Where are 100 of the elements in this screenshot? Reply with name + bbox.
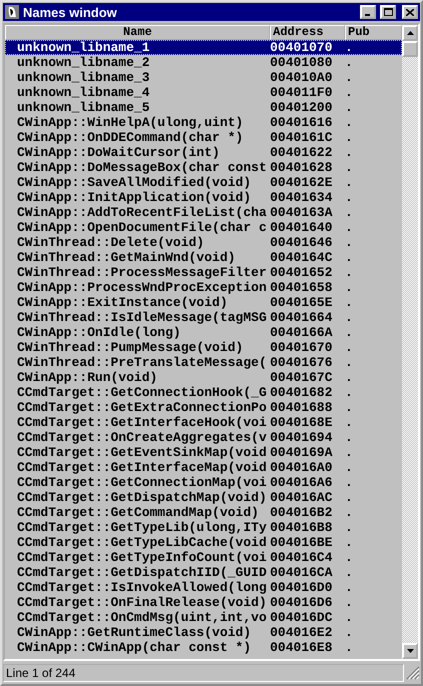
name-cell-text: CWinApp::ProcessWndProcException	[16, 280, 268, 295]
list-row[interactable]: unknown_libname_4 004011F0 .	[5, 85, 402, 100]
app-icon	[5, 5, 19, 19]
list-row[interactable]: unknown_libname_1 00401070 .	[5, 40, 402, 55]
list-row[interactable]: CWinThread::IsIdleMessage(tagMSG 00401664 .	[5, 310, 402, 325]
list-row[interactable]: CCmdTarget::GetConnectionHook(_G 00401682 .	[5, 385, 402, 400]
list-row[interactable]: CCmdTarget::GetEventSinkMap(void 0040169A .	[5, 445, 402, 460]
vertical-scrollbar[interactable]	[402, 25, 418, 659]
name-cell-text: CWinApp::ExitInstance(void)	[16, 295, 229, 310]
minimize-button[interactable]	[360, 5, 376, 19]
name-cell-text: CWinThread::GetMainWnd(void)	[16, 250, 236, 265]
window-title: Names window	[23, 4, 118, 20]
name-cell-text: CCmdTarget::GetCommandMap(void)	[16, 505, 260, 520]
close-button[interactable]	[402, 5, 418, 19]
name-cell-text: CCmdTarget::GetTypeLibCache(void	[16, 535, 268, 550]
address-cell-text: 004016C4	[270, 550, 334, 565]
pub-cell-text: .	[345, 445, 354, 460]
pub-cell-text: .	[345, 370, 354, 385]
list-row[interactable]: CCmdTarget::OnFinalRelease(void) 004016D6 .	[5, 595, 402, 610]
list-row[interactable]: CWinApp::DoMessageBox(char const 00401628 .	[5, 160, 402, 175]
pub-cell-text: .	[345, 565, 354, 580]
list-row[interactable]: CCmdTarget::OnCreateAggregates(v 00401694 .	[5, 430, 402, 445]
list-row[interactable]: CWinApp::SaveAllModified(void) 0040162E .	[5, 175, 402, 190]
list-row[interactable]: CWinApp::OnIdle(long) 0040166A .	[5, 325, 402, 340]
list-row[interactable]: CWinThread::Delete(void) 00401646 .	[5, 235, 402, 250]
list-row[interactable]: CCmdTarget::IsInvokeAllowed(long 004016D0 .	[5, 580, 402, 595]
list-row[interactable]: CCmdTarget::OnCmdMsg(uint,int,vo 004016DC .	[5, 610, 402, 625]
column-header[interactable]: Name	[5, 25, 270, 40]
name-cell-text: CWinApp::OpenDocumentFile(char c	[16, 220, 268, 235]
scroll-up-button[interactable]	[402, 25, 418, 41]
address-cell-text: 00401200	[270, 100, 334, 115]
scroll-down-button[interactable]	[402, 643, 418, 659]
pub-cell-text: .	[345, 475, 354, 490]
maximize-button[interactable]	[380, 5, 396, 19]
list-row[interactable]: CCmdTarget::GetCommandMap(void) 004016B2 .	[5, 505, 402, 520]
pub-cell-text: .	[345, 160, 354, 175]
list-row[interactable]: CWinThread::PumpMessage(void) 00401670 .	[5, 340, 402, 355]
address-cell-text: 0040166A	[270, 325, 334, 340]
list-row[interactable]: CCmdTarget::GetInterfaceMap(void 004016A0 .	[5, 460, 402, 475]
address-cell-text: 004016B8	[270, 520, 334, 535]
address-cell-text: 00401682	[270, 385, 334, 400]
name-cell-text: CWinApp::InitApplication(void)	[16, 190, 252, 205]
list-row[interactable]: CWinApp::WinHelpA(ulong,uint) 00401616 .	[5, 115, 402, 130]
list-row[interactable]: CWinApp::ProcessWndProcException 00401658 .	[5, 280, 402, 295]
column-header[interactable]: Address	[270, 25, 345, 40]
name-cell-text: CWinApp::WinHelpA(ulong,uint)	[16, 115, 244, 130]
list-row[interactable]: CCmdTarget::GetInterfaceHook(voi 0040168E .	[5, 415, 402, 430]
address-cell-text: 00401070	[270, 40, 334, 55]
list-row[interactable]: CWinApp::OpenDocumentFile(char c 00401640 .	[5, 220, 402, 235]
list-row[interactable]: CWinApp::CWinApp(char const *) 004016E8 .	[5, 640, 402, 655]
name-cell-text: unknown_libname_5	[16, 100, 151, 115]
list-row[interactable]: CCmdTarget::GetDispatchMap(void) 004016AC .	[5, 490, 402, 505]
list-row[interactable]: CCmdTarget::GetConnectionMap(voi 004016A6 .	[5, 475, 402, 490]
address-cell-text: 00401634	[270, 190, 334, 205]
address-cell-text: 004010A0	[270, 70, 334, 85]
pub-cell-text: .	[345, 250, 354, 265]
address-cell-text: 00401628	[270, 160, 334, 175]
list-row[interactable]: CCmdTarget::GetTypeLib(ulong,ITy 004016B8 .	[5, 520, 402, 535]
list-row[interactable]: CCmdTarget::GetTypeLibCache(void 004016BE .	[5, 535, 402, 550]
up-arrow-icon	[406, 31, 414, 35]
name-cell-text: CWinApp::SaveAllModified(void)	[16, 175, 252, 190]
address-cell-text: 0040163A	[270, 205, 334, 220]
resize-grip-icon[interactable]	[406, 666, 420, 680]
column-header[interactable]: Pub	[345, 25, 402, 40]
pub-cell-text: .	[345, 40, 354, 55]
list-row[interactable]: unknown_libname_2 00401080 .	[5, 55, 402, 70]
scroll-thumb[interactable]	[402, 41, 418, 57]
list-row[interactable]: CWinApp::OnDDECommand(char *) 0040161C .	[5, 130, 402, 145]
close-icon	[406, 8, 414, 16]
name-cell-text: CCmdTarget::GetEventSinkMap(void	[16, 445, 268, 460]
address-cell-text: 00401658	[270, 280, 334, 295]
name-cell-text: unknown_libname_4	[16, 85, 151, 100]
list-row[interactable]: CCmdTarget::GetDispatchIID(_GUID 004016CA .	[5, 565, 402, 580]
list-row[interactable]: CWinApp::InitApplication(void) 00401634 .	[5, 190, 402, 205]
address-cell-text: 00401670	[270, 340, 334, 355]
list-row[interactable]: CWinThread::ProcessMessageFilter 00401652 .	[5, 265, 402, 280]
pub-cell-text: .	[345, 205, 354, 220]
name-cell-text: CCmdTarget::GetExtraConnectionPo	[16, 400, 268, 415]
list-row[interactable]: CWinThread::GetMainWnd(void) 0040164C .	[5, 250, 402, 265]
address-cell-text: 004016A6	[270, 475, 334, 490]
pub-cell-text: .	[345, 310, 354, 325]
list-row[interactable]: CWinApp::DoWaitCursor(int) 00401622 .	[5, 145, 402, 160]
name-cell-text: CCmdTarget::GetDispatchIID(_GUID	[16, 565, 268, 580]
list-row[interactable]: CWinApp::ExitInstance(void) 0040165E .	[5, 295, 402, 310]
name-cell-text: unknown_libname_2	[16, 55, 151, 70]
list-row[interactable]: unknown_libname_5 00401200 .	[5, 100, 402, 115]
list-row[interactable]: CWinThread::PreTranslateMessage( 00401676 .	[5, 355, 402, 370]
list-row[interactable]: CWinApp::AddToRecentFileList(cha 0040163A .	[5, 205, 402, 220]
list-row[interactable]: CCmdTarget::GetTypeInfoCount(voi 004016C4 .	[5, 550, 402, 565]
address-cell-text: 00401676	[270, 355, 334, 370]
address-cell-text: 00401622	[270, 145, 334, 160]
list-row[interactable]: CCmdTarget::GetExtraConnectionPo 00401688 .	[5, 400, 402, 415]
list-row[interactable]: CWinApp::Run(void) 0040167C .	[5, 370, 402, 385]
list-row[interactable]: unknown_libname_3 004010A0 .	[5, 70, 402, 85]
pub-cell-text: .	[345, 130, 354, 145]
address-cell-text: 00401694	[270, 430, 334, 445]
pub-cell-text: .	[345, 355, 354, 370]
name-cell-text: CCmdTarget::GetConnectionHook(_G	[16, 385, 268, 400]
list-row[interactable]: CWinApp::GetRuntimeClass(void) 004016E2 .	[5, 625, 402, 640]
address-cell-text: 004011F0	[270, 85, 334, 100]
